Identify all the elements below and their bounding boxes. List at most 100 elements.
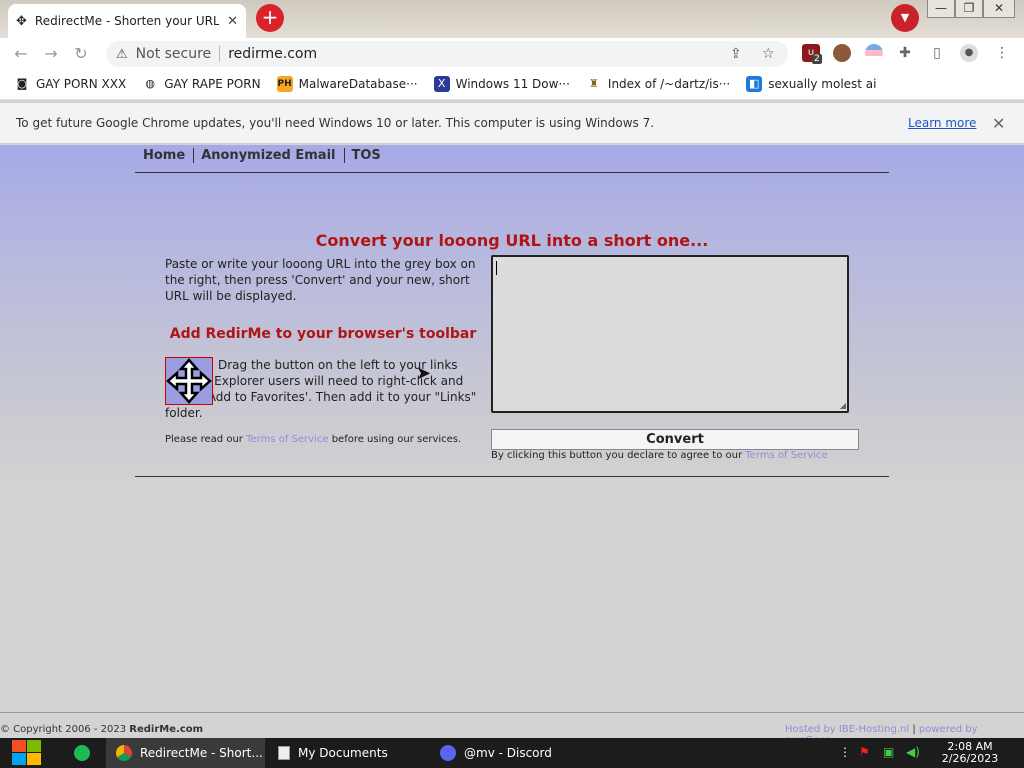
menu-kebab-icon[interactable]: ⋮ [993,44,1011,62]
extension-badge: 2 [812,54,822,64]
infobar-close-icon[interactable]: ✕ [992,114,1005,133]
chrome-icon [116,745,132,761]
bookmark-label: MalwareDatabase··· [298,77,418,91]
update-infobar: To get future Google Chrome updates, you… [0,103,1024,144]
top-divider [135,172,889,173]
browser-tab[interactable]: ✥ RedirectMe - Shorten your URL ✕ [8,4,246,38]
bookmark-label: GAY RAPE PORN [164,77,261,91]
clock-date: 2/26/2023 [941,752,999,765]
tab-close-icon[interactable]: ✕ [227,14,238,29]
bottom-divider [135,476,889,477]
taskbar-item-discord[interactable]: @mv - Discord [430,738,589,768]
browser-toolbar: ← → ↻ ⚠ Not secure redirme.com ⇪ ☆ u 2 ✚… [0,38,1024,69]
copyright-prefix: © Copyright 2006 - 2023 [0,724,127,735]
tab-title: RedirectMe - Shorten your URL [34,14,220,28]
robot-icon: ◙ [16,77,28,90]
bookmarks-bar: ◙ GAY PORN XXX ◍ GAY RAPE PORN PH MalwareDa… [0,69,1024,100]
bookmark-item[interactable]: X Windows 11 Dow··· [433,76,570,92]
sidepanel-icon[interactable]: ▯ [928,44,946,62]
minimize-button[interactable]: — [927,0,955,18]
profile-icon[interactable]: ● [960,44,978,62]
url-text: redirme.com [228,46,318,62]
tab-search-button[interactable]: ▼ [891,4,919,32]
new-tab-button[interactable]: + [256,4,284,32]
convert-button[interactable]: Convert [491,429,859,450]
restore-button[interactable]: ❐ [955,0,983,18]
menu-home[interactable]: Home [136,148,195,163]
move-icon: ✥ [16,13,27,29]
copyright-brand: RedirMe.com [129,724,204,735]
ai-icon: ◧ [746,76,763,92]
resize-handle-icon[interactable]: ◢ [840,401,846,410]
notice-prefix: Please read our [165,434,243,445]
volume-icon[interactable]: ◀) [906,745,920,759]
menu-anonymized-email[interactable]: Anonymized Email [194,148,345,163]
drag-instructions: Drag the button on the left to your link… [165,358,477,420]
close-window-button[interactable]: ✕ [983,0,1015,18]
copyright-text: © Copyright 2006 - 2023 RedirMe.com [0,724,203,735]
infobar-message: To get future Google Chrome updates, you… [16,116,655,130]
bookmark-item[interactable]: ◙ GAY PORN XXX [14,76,127,92]
bookmark-label: sexually molest ai [768,77,877,91]
url-input-textarea[interactable]: ◢ [491,255,849,413]
learn-more-link[interactable]: Learn more [908,116,976,130]
move-arrows-icon [166,358,212,404]
flag-extension-icon[interactable] [865,44,883,62]
network-icon[interactable]: ▣ [883,745,894,759]
windows-logo-icon [12,740,41,765]
address-bar[interactable]: ⚠ Not secure redirme.com ⇪ ☆ [106,41,788,67]
forward-icon[interactable]: → [36,44,66,63]
tos-link[interactable]: Terms of Service [246,434,328,445]
discord-icon [440,745,456,761]
folder-icon: ♜ [588,77,599,90]
taskbar-item-documents[interactable]: My Documents [268,738,427,768]
warning-icon: ⚠ [116,46,128,62]
mouse-cursor-icon: ➤ [416,363,432,384]
x-icon: X [433,76,450,92]
page-content: Home Anonymized Email TOS Convert your l… [0,145,1024,712]
declare-tos-link[interactable]: Terms of Service [745,450,827,461]
toolbar-heading: Add RedirMe to your browser's toolbar [169,326,477,342]
bookmark-label: Index of /~dartz/is··· [607,77,731,91]
avatar-extension-icon[interactable] [833,44,851,62]
taskbar-item-chrome[interactable]: RedirectMe - Short... [106,738,265,768]
address-separator [219,46,221,62]
menu-tos[interactable]: TOS [345,148,389,163]
bookmark-label: Windows 11 Dow··· [455,77,570,91]
text-caret [496,261,497,275]
windows-taskbar: RedirectMe - Short... My Documents @mv -… [0,738,1024,768]
instructions-text: Paste or write your looong URL into the … [165,257,476,303]
drag-bookmarklet-button[interactable] [165,357,213,405]
bookmark-item[interactable]: ◧ sexually molest ai [746,76,877,92]
bookmark-item[interactable]: PH MalwareDatabase··· [276,76,418,92]
globe-icon: ◍ [145,77,155,90]
action-center-flag-icon[interactable]: ⚑ [859,745,870,759]
bookmark-item[interactable]: ♜ Index of /~dartz/is··· [586,76,730,92]
start-button[interactable] [12,740,42,766]
page-headline: Convert your looong URL into a short one… [315,231,709,250]
puzzle-icon[interactable]: ✚ [896,44,914,62]
taskbar-label: My Documents [298,746,388,760]
spotify-icon [74,745,90,761]
footer-separator: | [912,724,916,735]
security-label: Not secure [135,46,212,62]
back-icon[interactable]: ← [6,44,36,63]
bookmark-label: GAY PORN XXX [36,77,127,91]
site-footer: © Copyright 2006 - 2023 RedirMe.com Host… [0,712,1024,746]
tray-overflow-icon[interactable]: ⋮ [839,745,851,759]
notice-suffix: before using our services. [331,434,462,445]
tab-strip: ✥ RedirectMe - Shorten your URL ✕ + ▼ — … [0,0,1024,38]
reload-icon[interactable]: ↻ [66,44,96,63]
bookmark-item[interactable]: ◍ GAY RAPE PORN [142,76,260,92]
tos-notice: Please read our Terms of Service before … [165,434,461,445]
taskbar-label: RedirectMe - Short... [140,746,263,760]
system-clock[interactable]: 2:08 AM 2/26/2023 [936,741,1004,765]
bookmark-star-icon[interactable]: ☆ [762,46,775,62]
hosted-by-link[interactable]: Hosted by IBE-Hosting.nl [785,724,909,735]
ph-icon: PH [276,76,293,92]
spotify-taskbar-button[interactable] [64,738,104,768]
taskbar-label: @mv - Discord [464,746,552,760]
share-icon[interactable]: ⇪ [730,46,742,62]
site-menu: Home Anonymized Email TOS [136,148,389,163]
document-icon [278,746,290,760]
